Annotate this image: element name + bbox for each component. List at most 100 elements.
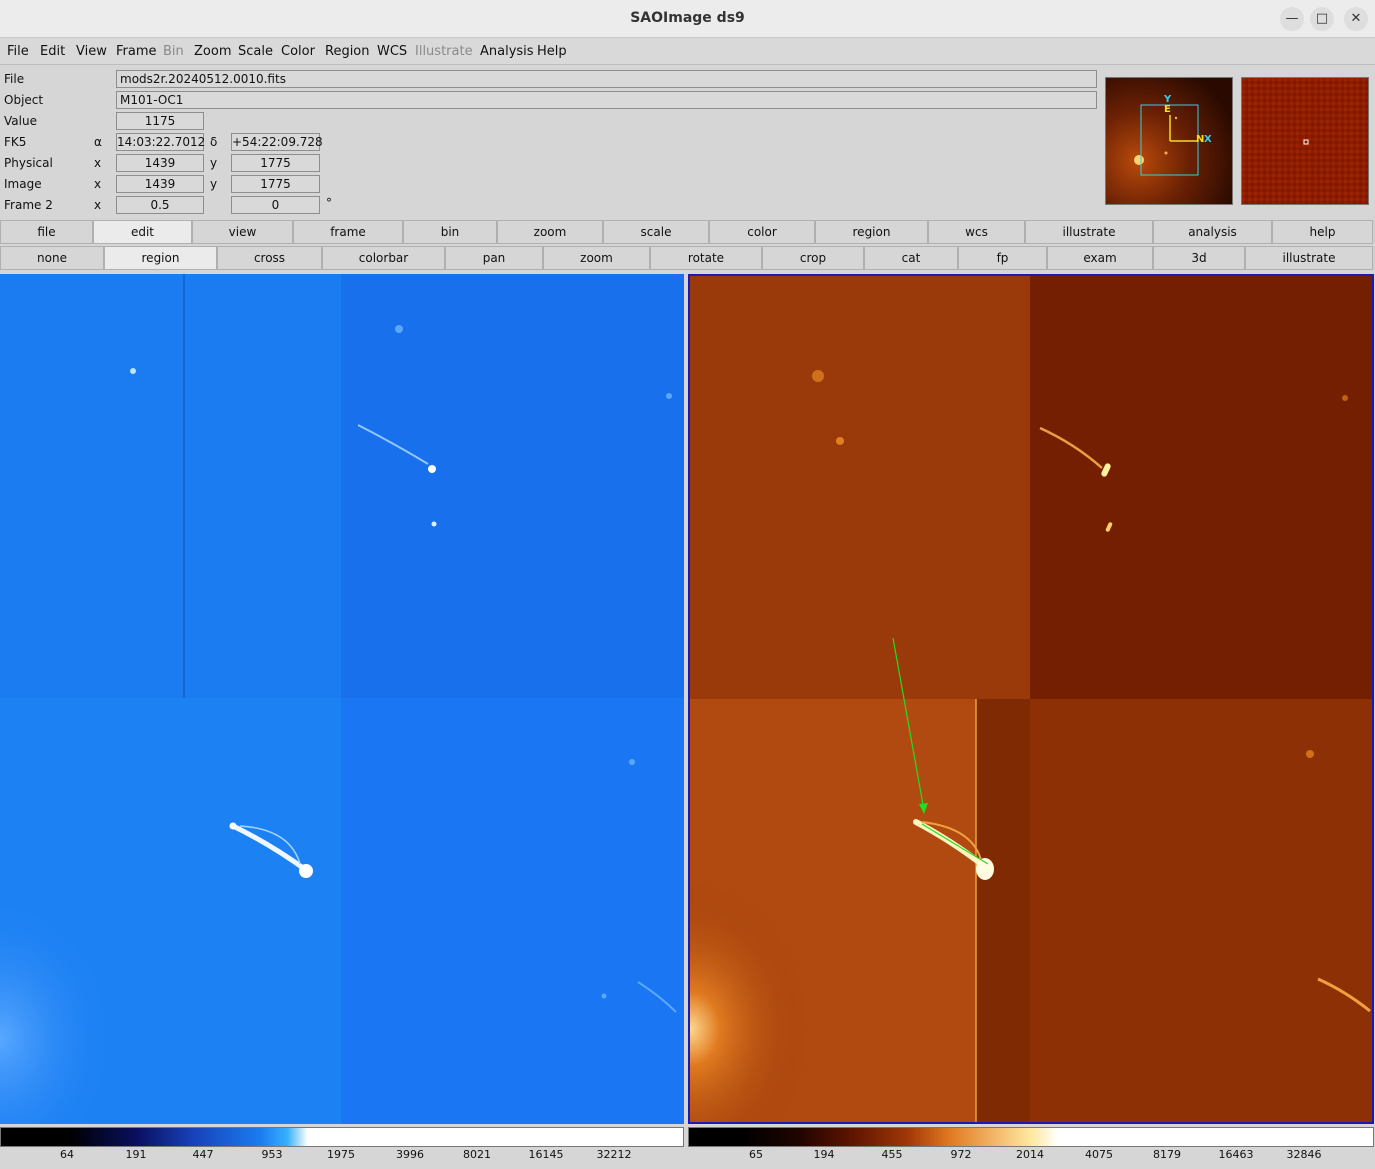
close-icon[interactable]: ✕ xyxy=(1344,7,1368,31)
colorbar-tick-label: 953 xyxy=(261,1148,283,1161)
bar2-rotate-button[interactable]: rotate xyxy=(650,246,762,270)
title-bar: SAOImage ds9 — □ ✕ xyxy=(0,0,1375,38)
physical-y-value: 1775 xyxy=(231,154,320,172)
menu-frame[interactable]: Frame xyxy=(116,44,157,59)
colorbar-tick-label: 32212 xyxy=(596,1148,632,1161)
bar1-region-button[interactable]: region xyxy=(815,220,928,244)
button-bar-edit: none region cross colorbar pan zoom rotate crop… xyxy=(0,246,1375,270)
bar2-cat-button[interactable]: cat xyxy=(864,246,958,270)
bar2-colorbar-button[interactable]: colorbar xyxy=(322,246,445,270)
bar2-crop-button[interactable]: crop xyxy=(762,246,864,270)
menu-edit[interactable]: Edit xyxy=(40,44,65,59)
physical-x-label: x xyxy=(94,156,102,170)
colorbar-1-ticks: 64 191 447 953 1975 3996 8021 16145 32212 xyxy=(0,1148,684,1169)
menu-zoom[interactable]: Zoom xyxy=(194,44,231,59)
value-label: Value xyxy=(4,114,37,128)
menu-view[interactable]: View xyxy=(76,44,107,59)
panner-compass-e: E xyxy=(1164,104,1171,115)
colorbar-tick-label: 64 xyxy=(60,1148,74,1161)
colorbar-tick-label: 16145 xyxy=(528,1148,564,1161)
colorbar-2[interactable] xyxy=(688,1127,1374,1147)
delta-symbol: δ xyxy=(210,135,218,149)
colorbar-tick-label: 8021 xyxy=(463,1148,491,1161)
panner[interactable]: Y E N X xyxy=(1105,77,1233,205)
magnifier xyxy=(1241,77,1369,205)
menu-illustrate[interactable]: Illustrate xyxy=(415,44,473,59)
frame-1-image[interactable] xyxy=(0,274,684,1124)
colorbar-1[interactable] xyxy=(0,1127,684,1147)
menu-analysis[interactable]: Analysis xyxy=(480,44,534,59)
file-label: File xyxy=(4,72,25,86)
image-y-label: y xyxy=(210,177,218,191)
panner-axis-x: X xyxy=(1204,134,1212,145)
colorbar-tick-label: 972 xyxy=(950,1148,972,1161)
bar2-zoom-button[interactable]: zoom xyxy=(543,246,650,270)
alpha-symbol: α xyxy=(94,135,102,149)
physical-label: Physical xyxy=(4,156,53,170)
frame-2-canvas xyxy=(690,276,1372,1122)
ra-value: 14:03:22.7012 xyxy=(116,133,206,151)
physical-y-label: y xyxy=(210,156,218,170)
menu-wcs[interactable]: WCS xyxy=(377,44,407,59)
colorbar-tick-label: 1975 xyxy=(327,1148,355,1161)
file-value: mods2r.20240512.0010.fits xyxy=(116,70,1097,88)
bar1-scale-button[interactable]: scale xyxy=(603,220,709,244)
colorbar-tick-label: 3996 xyxy=(396,1148,424,1161)
frame-1-canvas xyxy=(0,274,684,1124)
frame-2-image[interactable] xyxy=(688,274,1374,1124)
colorbar-tick-label: 194 xyxy=(813,1148,835,1161)
magnifier-image xyxy=(1242,78,1368,204)
pixel-value: 1175 xyxy=(116,112,204,130)
fk5-label: FK5 xyxy=(4,135,27,149)
image-x-label: x xyxy=(94,177,102,191)
frame2-zoom-value: 0.5 xyxy=(116,196,204,214)
frame2-angle-value: 0 xyxy=(231,196,320,214)
maximize-icon[interactable]: □ xyxy=(1310,7,1334,31)
bar2-none-button[interactable]: none xyxy=(0,246,104,270)
degree-symbol: ° xyxy=(326,196,332,210)
colorbar-tick-label: 191 xyxy=(125,1148,147,1161)
bar1-color-button[interactable]: color xyxy=(709,220,815,244)
menu-help[interactable]: Help xyxy=(537,44,567,59)
bar2-exam-button[interactable]: exam xyxy=(1047,246,1153,270)
object-value: M101-OC1 xyxy=(116,91,1097,109)
bar2-cross-button[interactable]: cross xyxy=(217,246,322,270)
frame2-label: Frame 2 xyxy=(4,198,53,212)
colorbar-2-ticks: 65 194 455 972 2014 4075 8179 16463 32846 xyxy=(688,1148,1374,1169)
colorbar-tick-label: 4075 xyxy=(1085,1148,1113,1161)
colorbar-tick-label: 8179 xyxy=(1153,1148,1181,1161)
colorbar-tick-label: 447 xyxy=(192,1148,214,1161)
bar1-help-button[interactable]: help xyxy=(1272,220,1373,244)
menu-color[interactable]: Color xyxy=(281,44,315,59)
bar1-file-button[interactable]: file xyxy=(0,220,93,244)
button-bar-main: file edit view frame bin zoom scale color region… xyxy=(0,220,1375,244)
bar2-region-button[interactable]: region xyxy=(104,246,217,270)
minimize-icon[interactable]: — xyxy=(1280,7,1304,31)
bar2-pan-button[interactable]: pan xyxy=(445,246,543,270)
menu-region[interactable]: Region xyxy=(325,44,370,59)
bar2-fp-button[interactable]: fp xyxy=(958,246,1047,270)
bar1-bin-button[interactable]: bin xyxy=(403,220,497,244)
menu-scale[interactable]: Scale xyxy=(238,44,273,59)
menu-bin[interactable]: Bin xyxy=(163,44,184,59)
bar1-edit-button[interactable]: edit xyxy=(93,220,192,244)
image-y-value: 1775 xyxy=(231,175,320,193)
object-label: Object xyxy=(4,93,44,107)
image-label: Image xyxy=(4,177,42,191)
colorbar-tick-label: 65 xyxy=(749,1148,763,1161)
colorbar-tick-label: 32846 xyxy=(1286,1148,1322,1161)
bar1-wcs-button[interactable]: wcs xyxy=(928,220,1025,244)
bar1-frame-button[interactable]: frame xyxy=(293,220,403,244)
colorbar-tick-label: 455 xyxy=(881,1148,903,1161)
bar1-view-button[interactable]: view xyxy=(192,220,293,244)
bar2-3d-button[interactable]: 3d xyxy=(1153,246,1245,270)
window-title: SAOImage ds9 xyxy=(630,10,745,26)
menu-file[interactable]: File xyxy=(7,44,29,59)
bar1-analysis-button[interactable]: analysis xyxy=(1153,220,1272,244)
bar1-zoom-button[interactable]: zoom xyxy=(497,220,603,244)
frame2-x-label: x xyxy=(94,198,102,212)
bar1-illustrate-button[interactable]: illustrate xyxy=(1025,220,1153,244)
dec-value: +54:22:09.728 xyxy=(231,133,323,151)
image-x-value: 1439 xyxy=(116,175,204,193)
bar2-illustrate-button[interactable]: illustrate xyxy=(1245,246,1373,270)
